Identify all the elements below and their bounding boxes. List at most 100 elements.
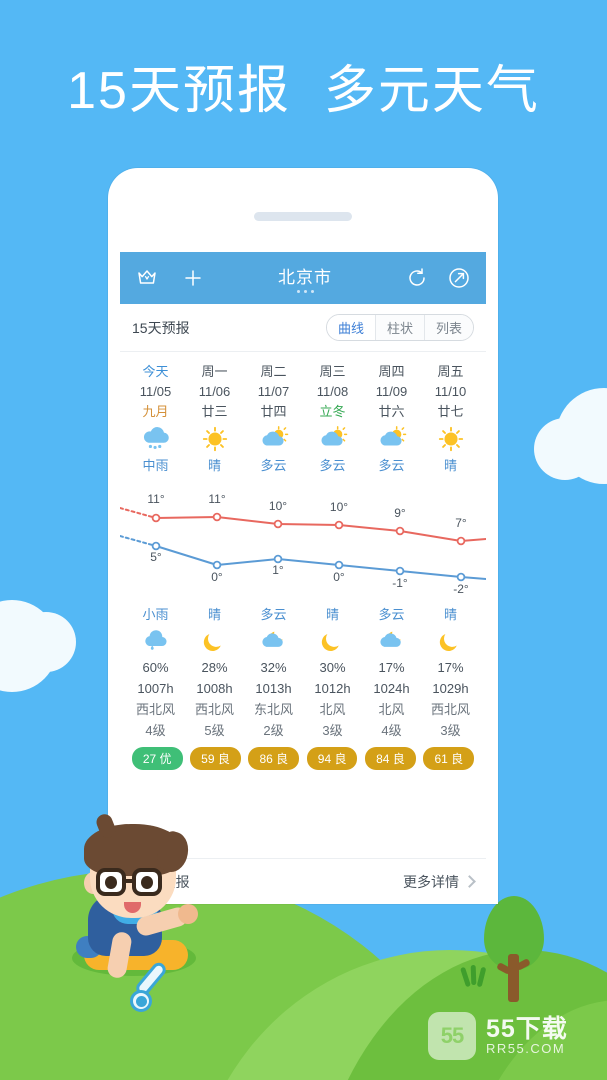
status-badge: 59 良 xyxy=(190,747,241,770)
night-weather-text: 晴 xyxy=(443,607,457,622)
humidity-value: 60% xyxy=(142,660,169,675)
moon-rain-icon xyxy=(126,625,185,657)
night-column[interactable]: 小雨 60% 1007h 西北风 4级 xyxy=(126,604,185,741)
day-column[interactable]: 今天 11/05 九月 中雨 xyxy=(126,362,185,476)
pressure-value: 1024h xyxy=(373,681,410,696)
day-weekday: 今天 xyxy=(142,364,169,379)
cloud-icon xyxy=(534,418,596,480)
status-badge: 94 良 xyxy=(306,747,358,770)
crown-icon[interactable] xyxy=(134,265,160,291)
partly-cloudy-icon xyxy=(303,422,362,456)
phone-speaker xyxy=(254,212,352,221)
day-weather-text: 晴 xyxy=(207,458,221,473)
day-lunar: 廿七 xyxy=(437,404,464,419)
aqi-row: 27 优 59 良 86 良 94 良 84 良 61 良 xyxy=(120,741,486,780)
pressure-value: 1007h xyxy=(137,681,174,696)
moon-cloud-icon xyxy=(362,625,421,657)
day-lunar: 廿六 xyxy=(378,404,405,419)
chevron-right-icon xyxy=(463,875,476,888)
day-column[interactable]: 周二 11/07 廿四 多云 xyxy=(244,362,303,476)
moon-icon xyxy=(421,625,480,657)
night-column[interactable]: 晴 17% 1029h 西北风 3级 xyxy=(421,604,480,741)
section-header: 15天预报 曲线 柱状 列表 xyxy=(120,304,486,352)
humidity-value: 30% xyxy=(319,660,346,675)
day-date: 11/08 xyxy=(316,384,349,399)
day-weekday: 周三 xyxy=(319,364,346,379)
low-line-dotted xyxy=(120,535,157,547)
low-temp-label: 5° xyxy=(150,550,162,564)
wind-direction: 北风 xyxy=(378,702,405,717)
day-weather-text: 中雨 xyxy=(142,458,169,473)
low-temp-label: 0° xyxy=(211,570,223,584)
humidity-value: 28% xyxy=(201,660,228,675)
partly-cloudy-icon xyxy=(362,422,421,456)
high-line-dotted xyxy=(120,507,157,519)
forecast-content: 15天预报 曲线 柱状 列表 今天 11/05 九月 中雨 周一 11/06 廿… xyxy=(120,304,486,780)
day-column[interactable]: 周五 11/10 廿七 晴 xyxy=(421,362,480,476)
day-column[interactable]: 周一 11/06 廿三 晴 xyxy=(185,362,244,476)
moon-icon xyxy=(303,625,362,657)
day-lunar: 廿四 xyxy=(260,404,287,419)
humidity-value: 17% xyxy=(437,660,464,675)
tab-curve[interactable]: 曲线 xyxy=(326,315,375,340)
day-weekday: 周五 xyxy=(437,364,464,379)
pressure-value: 1013h xyxy=(255,681,292,696)
night-column[interactable]: 晴 28% 1008h 西北风 5级 xyxy=(185,604,244,741)
more-details-button[interactable]: 更多详情 xyxy=(403,872,476,892)
more-details-label: 更多详情 xyxy=(403,873,459,890)
phone-mockup: 北京市 15天预报 曲线 柱状 列表 今天 11/05 九月 中雨 周一 11/… xyxy=(108,168,498,904)
high-temp-label: 10° xyxy=(329,500,349,514)
night-weather-text: 晴 xyxy=(207,607,221,622)
tab-bar[interactable]: 柱状 xyxy=(374,315,424,340)
low-temp-label: -2° xyxy=(453,582,469,596)
wind-direction: 西北风 xyxy=(430,702,470,717)
night-weather-text: 多云 xyxy=(260,607,287,622)
refresh-icon[interactable] xyxy=(404,265,430,291)
wind-direction: 西北风 xyxy=(135,702,175,717)
section-title: 15天预报 xyxy=(132,319,190,336)
day-date: 11/05 xyxy=(139,384,172,399)
day-lunar: 立冬 xyxy=(319,404,346,419)
day-weekday: 周四 xyxy=(378,364,405,379)
day-column[interactable]: 周四 11/09 廿六 多云 xyxy=(362,362,421,476)
sun-icon xyxy=(421,422,480,456)
mascot-eye xyxy=(141,876,153,889)
tab-list[interactable]: 列表 xyxy=(423,315,473,340)
high-line xyxy=(155,516,486,542)
night-column[interactable]: 多云 17% 1024h 北风 4级 xyxy=(362,604,421,741)
page-indicator-dots xyxy=(206,290,404,293)
low-line xyxy=(155,545,486,580)
night-column[interactable]: 多云 32% 1013h 东北风 2级 xyxy=(244,604,303,741)
night-column[interactable]: 晴 30% 1012h 北风 3级 xyxy=(303,604,362,741)
status-badge: 27 优 xyxy=(131,747,183,770)
wind-level: 2级 xyxy=(263,723,284,738)
wind-level: 5级 xyxy=(204,723,225,738)
city-selector[interactable]: 北京市 xyxy=(206,263,404,293)
day-lunar: 廿三 xyxy=(201,404,228,419)
temperature-chart: 11° 11° 10° 10° 9° 7° 5° 0° 1° 0° -1° -2… xyxy=(120,484,486,600)
share-icon[interactable] xyxy=(446,265,472,291)
night-weather-text: 多云 xyxy=(378,607,405,622)
night-detail-row: 小雨 60% 1007h 西北风 4级 晴 28% 1008h 西北风 5级 多… xyxy=(120,602,486,741)
day-weather-text: 晴 xyxy=(443,458,457,473)
day-weekday: 周二 xyxy=(260,364,287,379)
app-header-bar: 北京市 xyxy=(120,252,486,304)
page-title: 15天预报 多元天气 xyxy=(67,62,540,120)
wind-level: 4级 xyxy=(381,723,402,738)
day-date: 11/09 xyxy=(375,384,408,399)
day-date: 11/06 xyxy=(198,384,231,399)
partly-cloudy-icon xyxy=(244,422,303,456)
city-name: 北京市 xyxy=(278,268,332,287)
plus-icon[interactable] xyxy=(180,265,206,291)
view-mode-segmented-control[interactable]: 曲线 柱状 列表 xyxy=(325,314,474,341)
tree-trunk xyxy=(508,954,519,1002)
pressure-value: 1008h xyxy=(196,681,233,696)
status-badge: 84 良 xyxy=(365,747,416,770)
day-date: 11/10 xyxy=(434,384,467,399)
day-weekday: 周一 xyxy=(201,364,228,379)
wind-level: 3级 xyxy=(440,723,461,738)
day-column[interactable]: 周三 11/08 立冬 多云 xyxy=(303,362,362,476)
day-weather-text: 多云 xyxy=(319,458,346,473)
day-weather-text: 多云 xyxy=(378,458,405,473)
watermark: 55 55下载 RR55.COM xyxy=(428,1012,568,1060)
